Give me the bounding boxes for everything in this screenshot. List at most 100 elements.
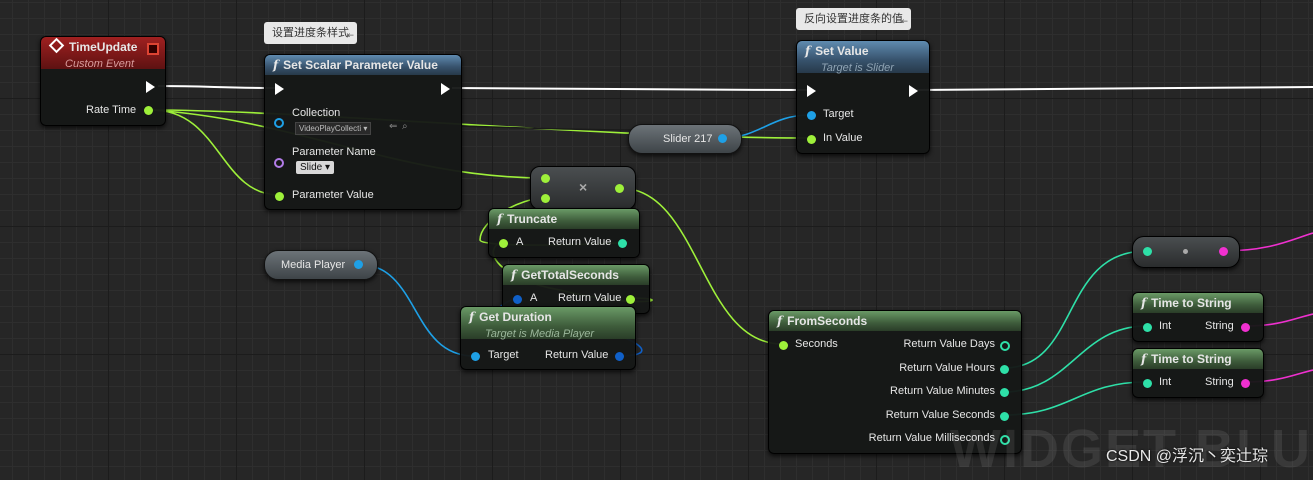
- exec-wire: [915, 86, 1313, 91]
- conversion-in-pin[interactable]: [1143, 247, 1152, 256]
- int-wire: [1003, 325, 1147, 393]
- seconds-in-label: Seconds: [795, 338, 838, 350]
- time-to-string-node[interactable]: f Time to String Int String: [1132, 348, 1264, 398]
- truncate-a-pin[interactable]: [499, 239, 508, 248]
- node-header: f Set Scalar Parameter Value: [265, 55, 461, 75]
- string-out-pin[interactable]: [1241, 323, 1250, 332]
- parameter-value-pin[interactable]: [275, 192, 284, 201]
- event-icon: [48, 37, 65, 54]
- int-in-pin[interactable]: [1143, 323, 1152, 332]
- float-wire: [151, 109, 280, 196]
- function-icon: f: [1141, 296, 1147, 310]
- get-duration-return-label: Return Value: [545, 349, 609, 361]
- parameter-name-label: Parameter Name: [292, 146, 376, 158]
- exec-out-pin[interactable]: [909, 85, 918, 97]
- node-title: Set Scalar Parameter Value: [283, 58, 438, 72]
- multiply-a-pin[interactable]: [541, 174, 550, 183]
- parameter-name-value: Slide: [300, 162, 323, 173]
- in-value-pin[interactable]: [807, 135, 816, 144]
- function-icon: f: [511, 268, 517, 282]
- rate-time-pin[interactable]: [144, 106, 153, 115]
- get-duration-return-pin[interactable]: [615, 352, 624, 361]
- total-seconds-a-label: A: [530, 292, 538, 304]
- node-subtitle: Target is Media Player: [485, 328, 595, 340]
- get-duration-node[interactable]: f Get Duration Target is Media Player Tar…: [460, 306, 636, 370]
- int-wire: [1003, 250, 1147, 369]
- collection-pin[interactable]: [274, 118, 284, 128]
- set-value-node[interactable]: f Set Value Target is Slider Target In Va…: [796, 40, 930, 154]
- browse-search-icon[interactable]: ⌕: [402, 121, 408, 132]
- exec-out-pin[interactable]: [441, 83, 450, 95]
- seconds-in-pin[interactable]: [779, 341, 788, 350]
- variable-label: Media Player: [281, 259, 346, 271]
- multiply-node[interactable]: ×: [530, 166, 636, 210]
- delegate-pin-icon[interactable]: [147, 43, 159, 55]
- node-header: f Time to String: [1133, 349, 1263, 369]
- node-title: Set Value: [815, 44, 869, 58]
- blueprint-graph-canvas[interactable]: 设置进度条样式 ⇤ 反向设置进度条的值 ⇤ TimeUpdate Custom …: [0, 0, 1313, 479]
- node-title: Get Duration: [479, 310, 552, 324]
- node-title: Time to String: [1151, 352, 1232, 366]
- days-out-pin[interactable]: [1000, 341, 1010, 351]
- minutes-out-label: Return Value Minutes: [890, 385, 995, 397]
- time-to-string-node[interactable]: f Time to String Int String: [1132, 292, 1264, 342]
- parameter-name-pin[interactable]: [274, 158, 284, 168]
- media-player-out-pin[interactable]: [354, 260, 363, 269]
- get-duration-target-pin[interactable]: [471, 352, 480, 361]
- target-label: Target: [823, 108, 854, 120]
- comment-text: 设置进度条样式: [272, 27, 349, 39]
- int-in-pin[interactable]: [1143, 379, 1152, 388]
- collection-asset-combo[interactable]: VideoPlayCollecti ▾: [295, 122, 372, 135]
- media-player-variable-node[interactable]: Media Player: [264, 250, 378, 280]
- int-in-label: Int: [1159, 376, 1172, 388]
- total-seconds-a-pin[interactable]: [513, 295, 522, 304]
- conversion-icon: [1183, 249, 1188, 254]
- pin-icon[interactable]: ⇤: [346, 24, 354, 46]
- truncate-return-pin[interactable]: [618, 239, 627, 248]
- total-seconds-return-label: Return Value: [558, 292, 622, 304]
- hours-out-pin[interactable]: [1000, 365, 1009, 374]
- object-wire: [357, 263, 475, 357]
- comment-bubble[interactable]: 设置进度条样式 ⇤: [264, 22, 357, 44]
- exec-in-pin[interactable]: [807, 85, 816, 97]
- slider-out-pin[interactable]: [718, 134, 727, 143]
- parameter-name-dropdown[interactable]: Slide ▾: [296, 161, 335, 174]
- credit-watermark: CSDN @浮沉丶奕辻琮: [1106, 448, 1269, 465]
- set-scalar-parameter-value-node[interactable]: f Set Scalar Parameter Value Collection V…: [264, 54, 462, 210]
- pin-icon[interactable]: ⇤: [900, 10, 908, 32]
- multiply-b-pin[interactable]: [541, 194, 550, 203]
- node-title: Truncate: [507, 212, 558, 226]
- total-seconds-return-pin[interactable]: [626, 295, 635, 304]
- time-update-event-node[interactable]: TimeUpdate Custom Event Rate Time: [40, 36, 166, 126]
- function-icon: f: [469, 310, 475, 324]
- truncate-node[interactable]: f Truncate A Return Value: [488, 208, 640, 258]
- collection-value: VideoPlayCollecti: [299, 124, 362, 133]
- minutes-out-pin[interactable]: [1000, 388, 1009, 397]
- target-pin[interactable]: [807, 111, 816, 120]
- node-title: Time to String: [1151, 296, 1232, 310]
- exec-in-pin[interactable]: [275, 83, 284, 95]
- string-out-label: String: [1205, 320, 1234, 332]
- truncate-a-label: A: [516, 236, 524, 248]
- wire-layer: [151, 85, 1313, 416]
- node-title: GetTotalSeconds: [521, 268, 619, 282]
- exec-wire: [451, 87, 811, 91]
- string-out-pin[interactable]: [1241, 379, 1250, 388]
- multiply-out-pin[interactable]: [615, 184, 624, 193]
- node-header: f Truncate: [489, 209, 639, 229]
- hours-out-label: Return Value Hours: [899, 362, 995, 374]
- node-header: f Time to String: [1133, 293, 1263, 313]
- node-header: f Get Duration Target is Media Player: [461, 307, 635, 340]
- slider-variable-node[interactable]: Slider 217: [628, 124, 742, 154]
- days-out-label: Return Value Days: [903, 338, 995, 350]
- node-title: TimeUpdate: [69, 40, 138, 54]
- function-icon: f: [497, 212, 503, 226]
- exec-wire: [157, 85, 277, 89]
- use-selected-arrow-icon[interactable]: ⇐: [389, 121, 397, 132]
- conversion-out-pin[interactable]: [1219, 247, 1228, 256]
- comment-bubble[interactable]: 反向设置进度条的值 ⇤: [796, 8, 911, 30]
- string-out-label: String: [1205, 376, 1234, 388]
- exec-out-pin[interactable]: [146, 81, 155, 93]
- comment-text: 反向设置进度条的值: [804, 13, 903, 25]
- int-to-string-conversion-node[interactable]: [1132, 236, 1240, 268]
